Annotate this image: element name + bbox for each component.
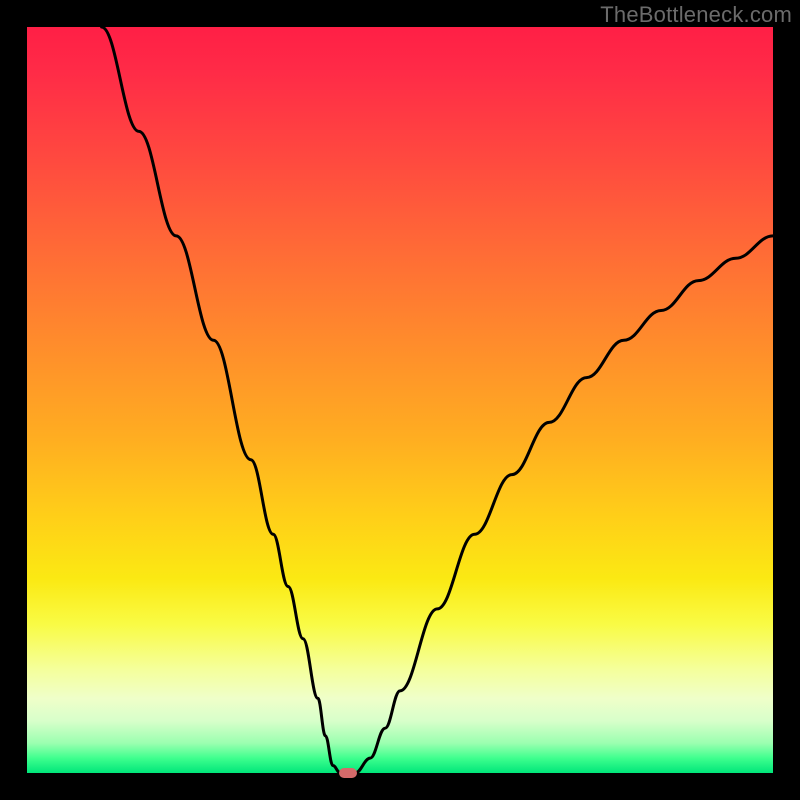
optimal-point-marker: [339, 768, 357, 778]
watermark-text: TheBottleneck.com: [600, 2, 792, 28]
bottleneck-curve: [27, 27, 773, 773]
chart-frame: TheBottleneck.com: [0, 0, 800, 800]
plot-area: [27, 27, 773, 773]
